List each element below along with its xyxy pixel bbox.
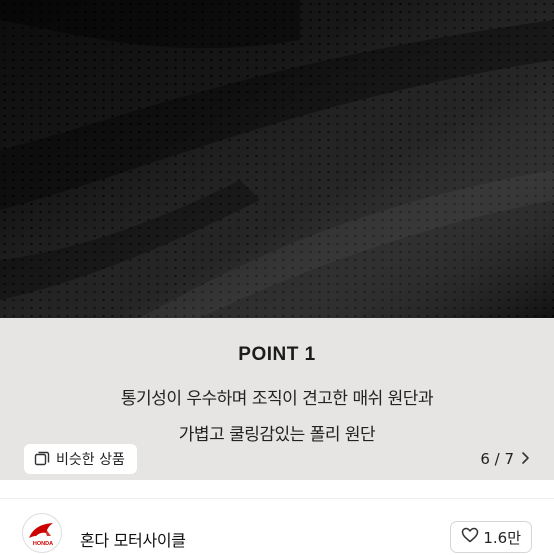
- similar-products-button[interactable]: 비슷한 상품: [24, 444, 137, 474]
- like-count: 1.6만: [483, 528, 521, 547]
- svg-text:HONDA: HONDA: [33, 541, 53, 547]
- heart-icon: [461, 527, 479, 547]
- like-button[interactable]: 1.6만: [450, 521, 532, 553]
- honda-wing-logo-icon: HONDA: [29, 523, 53, 547]
- point-title: POINT 1: [238, 344, 316, 365]
- shop-name[interactable]: 혼다 모터사이클: [80, 527, 186, 551]
- product-image[interactable]: [0, 0, 554, 318]
- mesh-fabric-photo: [0, 0, 554, 318]
- similar-products-icon: [34, 451, 50, 467]
- description-line-1: 통기성이 우수하며 조직이 견고한 매쉬 원단과: [120, 389, 434, 409]
- chevron-right-icon[interactable]: [520, 450, 530, 469]
- shop-bar: HONDA 혼다 모터사이클 1.6만: [0, 498, 554, 555]
- description-line-2: 가볍고 쿨링감있는 폴리 원단: [178, 425, 376, 445]
- image-pager[interactable]: 6 / 7: [480, 444, 530, 474]
- pager-count: 6 / 7: [480, 450, 514, 468]
- similar-products-label: 비슷한 상품: [56, 452, 125, 468]
- shop-avatar[interactable]: HONDA: [22, 513, 62, 553]
